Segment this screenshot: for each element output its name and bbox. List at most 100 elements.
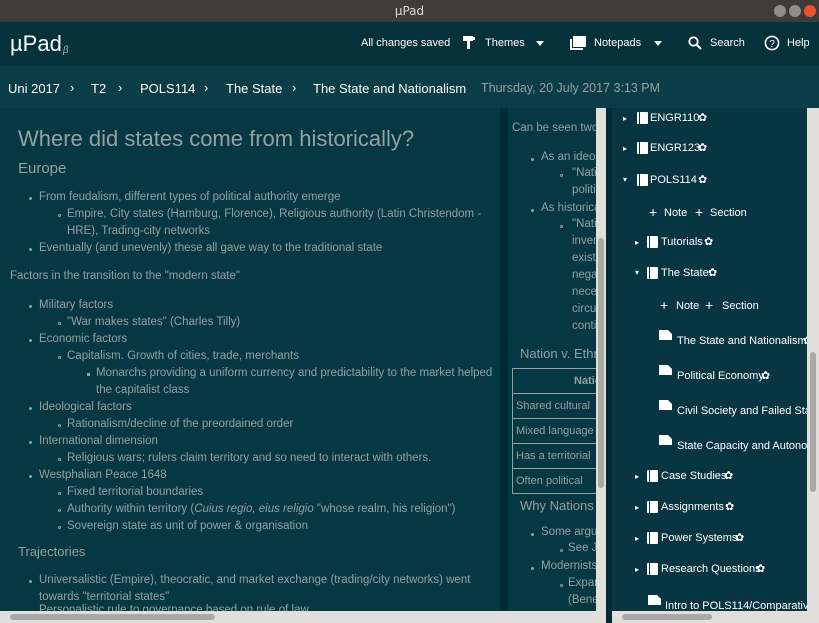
caret-right-icon[interactable]: ▸ xyxy=(623,144,627,153)
sidebar-horizontal-scrollbar[interactable] xyxy=(612,611,819,623)
italic-span: Cuius regio, eius religio xyxy=(194,503,314,515)
scrollbar-thumb[interactable] xyxy=(810,352,816,492)
sidebar-item-case-studies[interactable]: Case Studies xyxy=(661,470,726,482)
list-bullet xyxy=(58,214,61,217)
list-item: From feudalism, different types of polit… xyxy=(39,191,341,203)
caret-right-icon[interactable]: ▸ xyxy=(635,472,639,481)
list-bullet xyxy=(531,533,534,536)
list-item: Economic factors xyxy=(39,333,128,345)
list-item: Empire, City states (Hamburg, Florence),… xyxy=(67,208,482,220)
gear-icon[interactable]: ✿ xyxy=(708,266,717,279)
gear-icon[interactable]: ✿ xyxy=(803,334,807,347)
section-icon xyxy=(647,532,658,544)
close-button[interactable] xyxy=(804,5,816,17)
add-section-button[interactable]: Section xyxy=(710,207,747,219)
crumb-subsection[interactable]: POLS114 xyxy=(140,81,195,96)
sidebar-item-assignments[interactable]: Assignments xyxy=(661,501,724,513)
list-bullet xyxy=(58,322,61,325)
minimize-button[interactable] xyxy=(774,5,786,17)
note-horizontal-scrollbar[interactable] xyxy=(0,611,606,623)
notepads-icon[interactable] xyxy=(570,36,586,50)
gear-icon[interactable]: ✿ xyxy=(725,500,734,513)
table-cell: Often political xyxy=(512,468,596,494)
paint-roller-icon[interactable] xyxy=(463,36,475,50)
caret-right-icon[interactable]: ▸ xyxy=(623,114,627,123)
gear-icon[interactable]: ✿ xyxy=(735,531,744,544)
list-item: "War makes states" (Charles Tilly) xyxy=(67,316,241,328)
save-status: All changes saved xyxy=(361,37,451,49)
list-bullet xyxy=(29,475,32,478)
list-item: As historica xyxy=(541,202,596,214)
window-titlebar[interactable]: µPad xyxy=(0,0,819,22)
search-icon[interactable] xyxy=(688,36,702,50)
note-icon xyxy=(659,365,672,375)
gear-icon[interactable]: ✿ xyxy=(698,111,707,124)
gear-icon[interactable]: ✿ xyxy=(704,235,713,248)
notepad-explorer[interactable]: ▸ ENGR110 ✿ ▸ ENGR123 ✿ ▾ POLS114 ✿ + No… xyxy=(612,108,807,611)
crumb-section[interactable]: T2 xyxy=(91,81,106,96)
search-button[interactable]: Search xyxy=(710,37,745,49)
section-heading: Why Nations xyxy=(520,498,594,513)
list-item: Modernists xyxy=(541,560,596,572)
chevron-right-icon: › xyxy=(292,80,297,95)
sidebar-note-the-state-and-nationalism[interactable]: The State and Nationalism xyxy=(677,335,807,347)
caret-right-icon[interactable]: ▸ xyxy=(635,565,639,574)
add-note-button[interactable]: Note xyxy=(676,300,699,312)
list-bullet xyxy=(560,174,563,177)
scrollbar-thumb[interactable] xyxy=(598,238,604,488)
table-cell: Has a territorial xyxy=(512,443,596,469)
note-content[interactable]: Where did states come from historically?… xyxy=(0,108,500,611)
sidebar-item-engr110[interactable]: ENGR110 xyxy=(650,112,699,124)
notepads-button[interactable]: Notepads xyxy=(594,37,641,49)
sidebar-item-power-systems[interactable]: Power Systems xyxy=(661,532,737,544)
caret-right-icon[interactable]: ▸ xyxy=(635,534,639,543)
paragraph: Factors in the transition to the "modern… xyxy=(10,270,240,282)
list-bullet xyxy=(87,373,90,376)
maximize-button[interactable] xyxy=(789,5,801,17)
caret-right-icon[interactable]: ▸ xyxy=(635,503,639,512)
list-item: International dimension xyxy=(39,435,158,447)
note-icon xyxy=(659,435,672,445)
list-bullet xyxy=(29,305,32,308)
crumb-note[interactable]: The State and Nationalism xyxy=(313,81,466,96)
sidebar-item-the-state[interactable]: The State xyxy=(661,267,709,279)
list-item: Religious wars; rulers claim territory a… xyxy=(67,452,432,464)
sidebar-item-engr123[interactable]: ENGR123 xyxy=(650,142,700,154)
themes-button[interactable]: Themes xyxy=(485,37,525,49)
help-button[interactable]: Help xyxy=(787,37,810,49)
add-note-button[interactable]: Note xyxy=(664,207,687,219)
sidebar-item-tutorials[interactable]: Tutorials xyxy=(661,236,703,248)
sidebar-note-state-capacity[interactable]: State Capacity and Autonomy xyxy=(677,440,807,452)
section-icon xyxy=(647,470,658,482)
sidebar-item-research-questions[interactable]: Research Questions xyxy=(661,563,761,575)
note-content-column-2[interactable]: Can be seen two As an ideol "Natio polit… xyxy=(508,108,596,611)
gear-icon[interactable]: ✿ xyxy=(698,173,707,186)
sidebar-note-political-economy[interactable]: Political Economy xyxy=(677,370,764,382)
crumb-notepad[interactable]: Uni 2017 xyxy=(8,81,60,96)
scrollbar-thumb[interactable] xyxy=(10,614,215,620)
sidebar-vertical-scrollbar[interactable] xyxy=(807,108,819,611)
list-item: Ideological factors xyxy=(39,401,132,413)
gear-icon[interactable]: ✿ xyxy=(756,562,765,575)
caret-right-icon[interactable]: ▸ xyxy=(635,238,639,247)
list-bullet xyxy=(560,225,563,228)
sidebar-note-civil-society[interactable]: Civil Society and Failed State xyxy=(677,405,807,417)
help-icon[interactable]: ? xyxy=(764,35,780,51)
note-vertical-scrollbar[interactable] xyxy=(596,108,606,611)
sidebar-note-intro[interactable]: Intro to POLS114/Comparative xyxy=(665,600,807,611)
gear-icon[interactable]: ✿ xyxy=(724,469,733,482)
caret-down-icon[interactable]: ▾ xyxy=(635,268,639,277)
plus-icon: + xyxy=(660,297,669,313)
section-icon xyxy=(637,112,648,124)
gear-icon[interactable]: ✿ xyxy=(698,141,707,154)
chevron-down-icon[interactable] xyxy=(654,41,662,46)
gear-icon[interactable]: ✿ xyxy=(761,369,770,382)
chevron-down-icon[interactable] xyxy=(536,41,544,46)
sidebar-item-pols114[interactable]: POLS114 xyxy=(650,174,697,186)
add-section-button[interactable]: Section xyxy=(722,300,759,312)
scrollbar-thumb[interactable] xyxy=(622,614,712,620)
section-heading: Nation v. Ethn xyxy=(520,346,596,361)
caret-down-icon[interactable]: ▾ xyxy=(623,175,627,184)
crumb-subsection-2[interactable]: The State xyxy=(226,81,282,96)
list-item: Universalistic (Empire), theocratic, and… xyxy=(39,574,471,586)
